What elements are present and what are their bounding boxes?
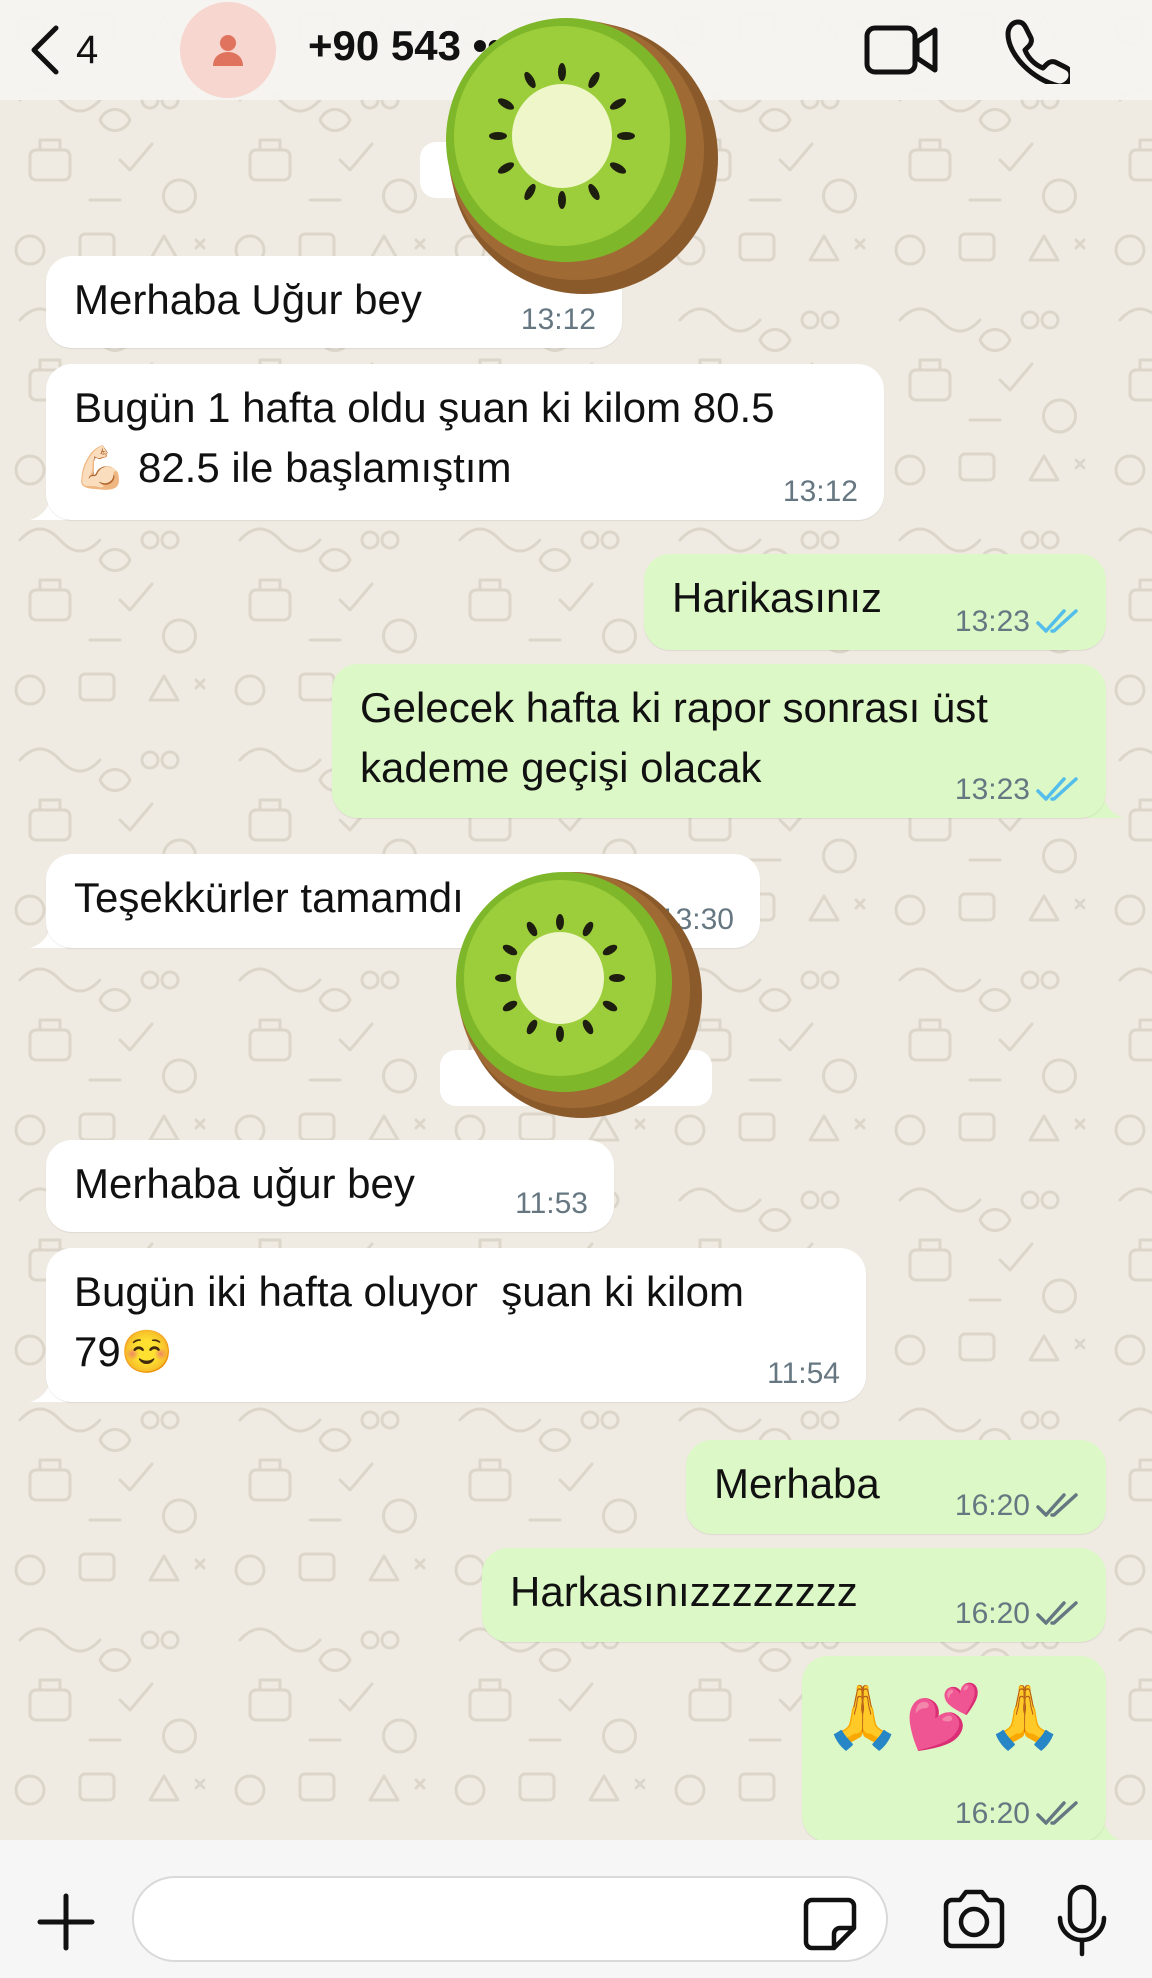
message-time: 11:54 [767,1357,840,1390]
unread-count: 4 [76,27,99,72]
message-text: Bugün 1 hafta oldu şuan ki kilom 80.5 💪🏻… [74,384,775,491]
plus-icon[interactable] [36,1892,96,1952]
message-bubble-incoming[interactable]: Merhaba uğur bey 11:53 [46,1140,614,1232]
message-time: 16:20 [954,1597,1030,1630]
read-ticks-icon [1036,609,1078,633]
message-text: Merhaba Uğur bey [74,276,422,323]
message-bubble-incoming[interactable]: Bugün 1 hafta oldu şuan ki kilom 80.5 💪🏻… [46,364,884,520]
message-text: Bugün iki hafta oluyor şuan ki kilom 79☺… [74,1268,745,1375]
message-bubble-outgoing[interactable]: Harkasınızzzzzzzz 16:20 [482,1548,1106,1642]
message-bubble-incoming[interactable]: Bugün iki hafta oluyor şuan ki kilom 79☺… [46,1248,866,1402]
message-time: 13:23 [954,773,1030,806]
message-text: Gelecek hafta ki rapor sonrası üst kadem… [360,684,988,791]
message-input[interactable] [132,1876,888,1962]
message-time: 13:12 [520,303,596,336]
video-camera-icon[interactable] [864,20,938,80]
message-bubble-outgoing[interactable]: Gelecek hafta ki rapor sonrası üst kadem… [332,664,1106,818]
message-text: Harkasınızzzzzzzz [510,1568,858,1615]
message-text: Teşekkürler tamamdı [74,874,464,921]
message-text: 🙏💕🙏 [824,1683,1068,1752]
message-time: 13:23 [954,605,1030,638]
person-icon [213,35,243,66]
message-text: Harikasınız [672,574,883,621]
avatar[interactable] [180,2,276,98]
read-ticks-icon [1036,777,1078,801]
kiwi-sticker [446,18,718,294]
camera-icon[interactable] [940,1888,1008,1952]
message-bubble-outgoing[interactable]: Harikasınız 13:23 [644,554,1106,650]
message-time: 13:12 [782,475,858,508]
sticker-icon[interactable] [802,1896,858,1952]
delivered-ticks-icon [1036,1601,1078,1625]
message-time: 11:53 [515,1187,588,1220]
message-text: Merhaba [714,1460,880,1507]
message-composer [0,1840,1152,1978]
message-time: 16:20 [954,1797,1030,1830]
phone-icon[interactable] [1004,18,1070,84]
delivered-ticks-icon [1036,1493,1078,1517]
message-time: 16:20 [954,1489,1030,1522]
message-bubble-outgoing[interactable]: Merhaba 16:20 [686,1440,1106,1534]
kiwi-sticker [456,872,702,1118]
message-bubble-outgoing[interactable]: 🙏💕🙏 16:20 [802,1656,1106,1842]
back-button[interactable]: 4 [28,22,98,78]
chevron-left-icon [31,25,59,75]
message-text: Merhaba uğur bey [74,1160,415,1207]
microphone-icon[interactable] [1054,1884,1110,1958]
delivered-ticks-icon [1036,1801,1078,1825]
